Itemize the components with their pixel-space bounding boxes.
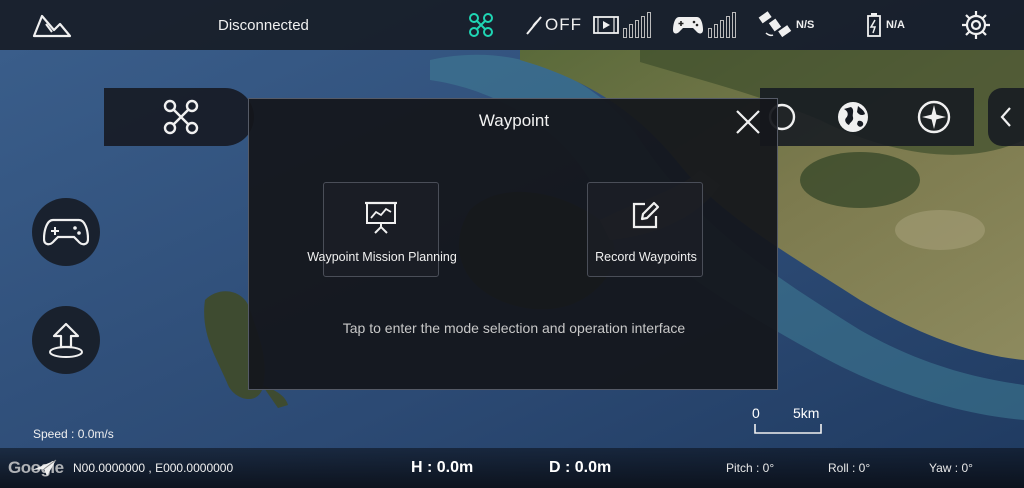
controller-button[interactable] [32,198,100,266]
propeller-off-icon [526,16,542,35]
yaw-readout: Yaw : 0° [929,461,973,475]
gamepad-icon [43,218,89,246]
waypoint-dialog: Waypoint Waypoint Mission Planning Recor… [248,98,778,390]
roll-readout: Roll : 0° [828,461,871,475]
presentation-chart-icon [365,201,397,234]
pitch-readout: Pitch : 0° [726,461,775,475]
takeoff-icon [49,322,83,358]
connection-status: Disconnected [218,16,309,34]
waypoint-mission-planning-option[interactable]: Waypoint Mission Planning [307,182,457,277]
dialog-hint: Tap to enter the mode selection and oper… [342,320,686,336]
speed-readout: Speed : 0.0m/s [33,427,114,441]
battery-status-text: N/A [886,19,905,31]
gear-icon [962,11,990,39]
edit-icon [632,201,660,229]
dialog-title: Waypoint [478,111,550,130]
distance-readout: D : 0.0m [549,459,612,476]
gps-status-text: N/S [796,19,815,31]
aircraft-location-icon[interactable] [30,448,58,488]
video-signal[interactable] [593,0,651,50]
scale-zero-label: 0 [752,405,760,421]
option-label: Record Waypoints [595,250,697,264]
drone-mode-icon [163,99,199,135]
gamepad-icon [673,17,703,34]
map-scale-bar: 0 5km [752,405,822,435]
settings-button[interactable] [960,0,992,50]
motor-status-text: OFF [545,15,582,34]
controller-signal-bars [708,12,736,38]
map-type-button[interactable] [836,88,870,146]
option-label: Waypoint Mission Planning [307,250,457,264]
video-signal-icon [593,16,619,34]
telemetry-bar: Google N00.0000000 , E000.0000000 H : 0.… [0,448,1024,488]
motor-status[interactable]: OFF [525,0,582,50]
close-button[interactable] [733,107,763,137]
battery-status[interactable]: N/A [866,0,905,50]
map-controls [760,88,974,146]
compass-icon [917,100,951,134]
battery-icon [867,13,881,37]
chevron-left-icon [1000,107,1011,127]
record-waypoints-option[interactable]: Record Waypoints [587,182,703,277]
collapse-panel-button[interactable] [988,88,1024,146]
close-icon [736,110,760,134]
scale-line [754,424,822,434]
scale-distance-label: 5km [793,405,820,421]
globe-icon [838,102,868,132]
height-readout: H : 0.0m [411,459,474,476]
coordinates-readout: N00.0000000 , E000.0000000 [73,461,234,475]
top-status-bar: Disconnected OFF N/S N/A [0,0,1024,50]
controller-signal[interactable] [672,0,736,50]
map-home-icon[interactable] [30,0,74,50]
compass-button[interactable] [916,88,952,146]
drone-icon[interactable] [468,0,494,50]
takeoff-button[interactable] [32,306,100,374]
video-signal-bars [623,12,651,38]
gps-status[interactable]: N/S [758,0,814,50]
mission-mode-tab[interactable] [104,88,254,146]
satellite-icon [758,11,792,38]
